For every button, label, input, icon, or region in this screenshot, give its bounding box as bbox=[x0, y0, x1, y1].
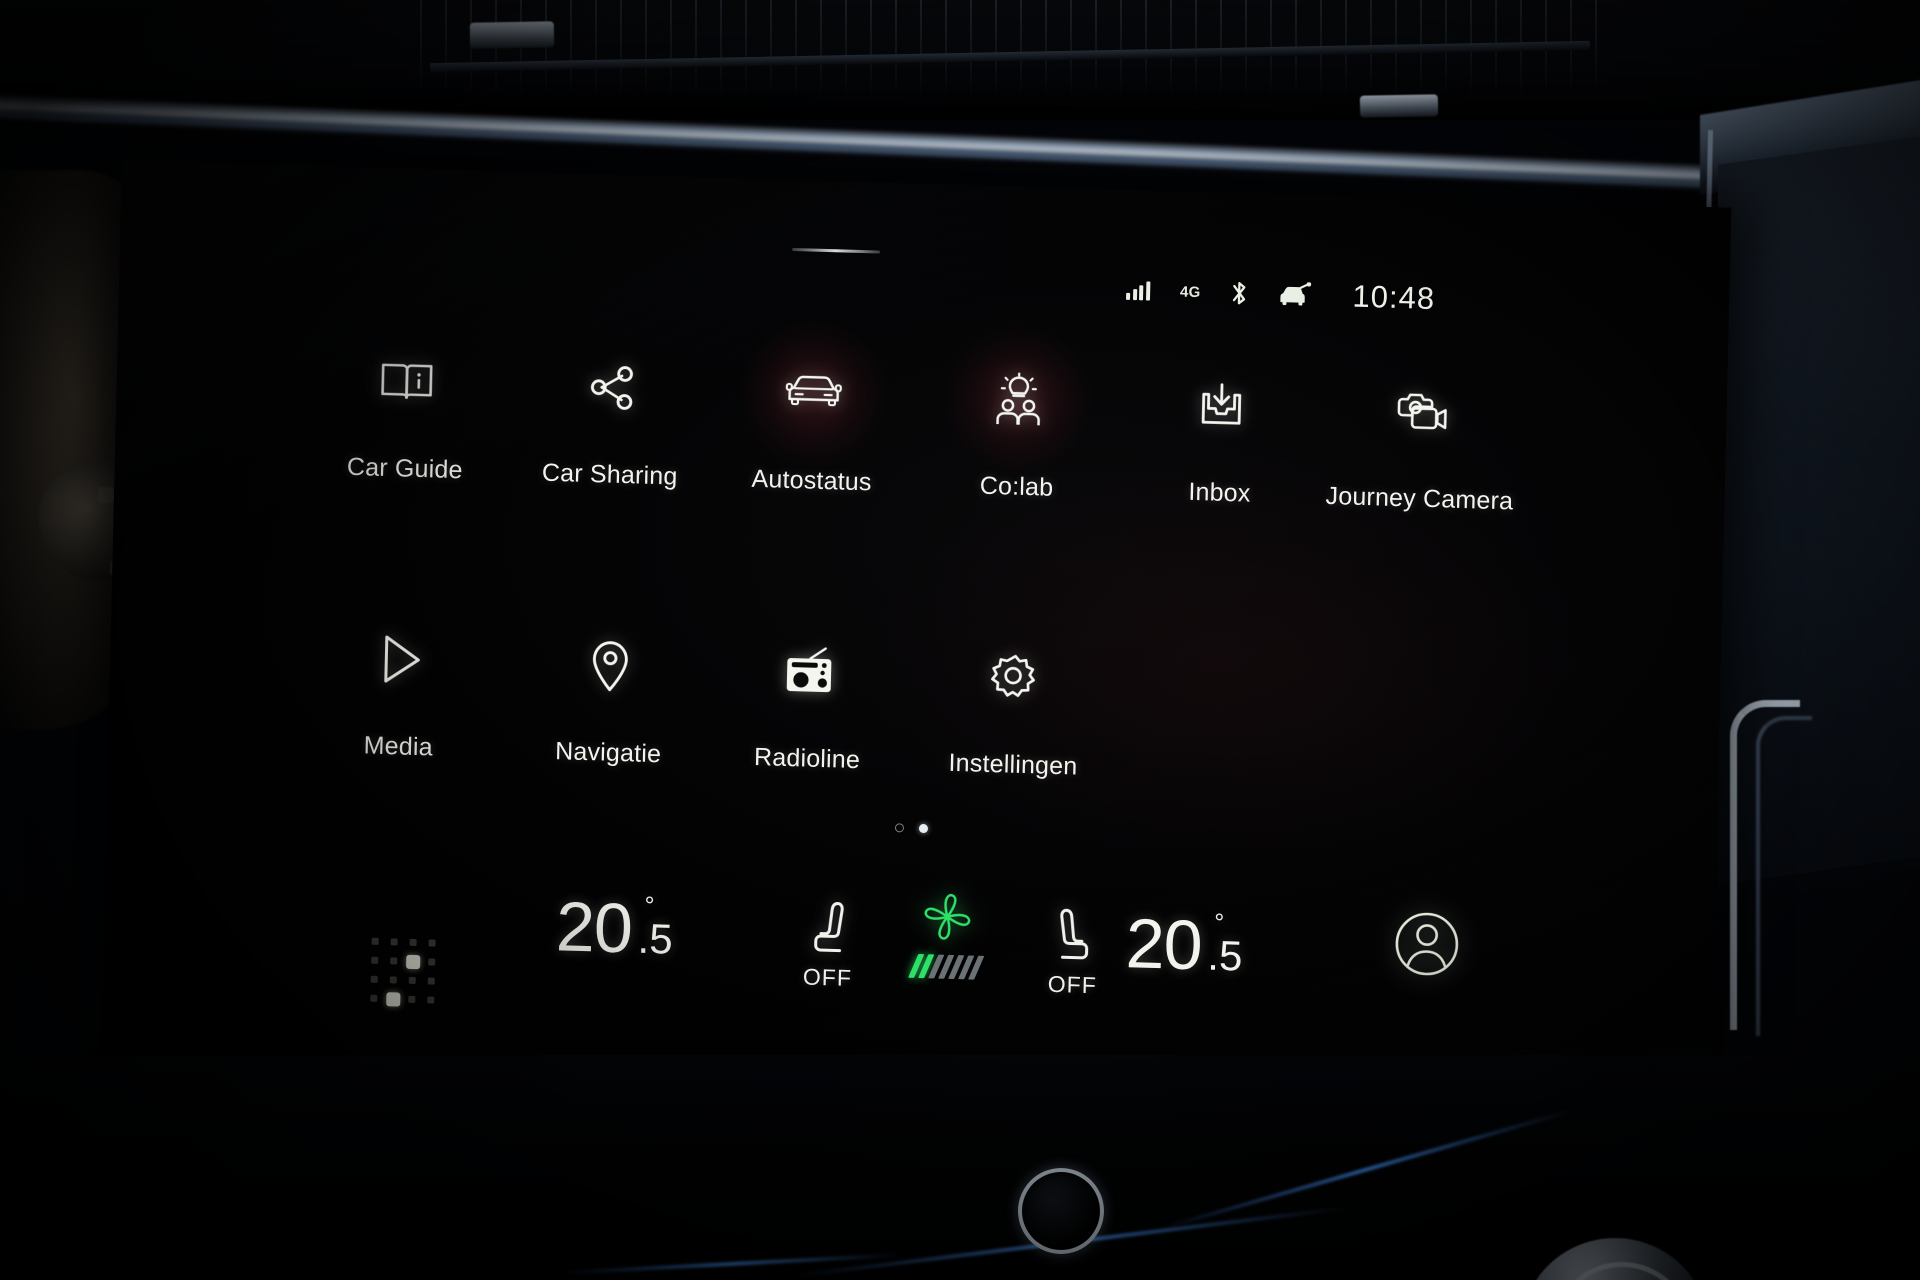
vent-slat bbox=[645, 0, 647, 96]
vent-slat bbox=[1120, 0, 1122, 96]
app-label: Media bbox=[363, 731, 434, 762]
temperature-left[interactable]: 20 ° .5 bbox=[555, 887, 675, 968]
seat-heater-icon bbox=[1048, 906, 1098, 970]
temperature-right[interactable]: 20 ° .5 bbox=[1124, 904, 1245, 985]
car-interior-photo: 4G 10:48 Car Guide Car Sharing Autostatu… bbox=[0, 0, 1920, 1280]
vent-slat bbox=[770, 0, 772, 96]
radio-icon bbox=[703, 625, 915, 717]
vent-slat bbox=[695, 0, 697, 96]
user-profile-button[interactable] bbox=[1393, 910, 1461, 983]
vent-slat bbox=[970, 0, 972, 96]
seat-heater-icon bbox=[803, 899, 853, 963]
vent-slat bbox=[1145, 0, 1147, 96]
fan-level-bars[interactable] bbox=[908, 953, 985, 980]
vent-slat bbox=[920, 0, 922, 96]
app-navigatie[interactable]: Navigatie bbox=[503, 620, 716, 771]
page-indicator[interactable] bbox=[894, 823, 929, 834]
vent-slat bbox=[720, 0, 722, 96]
car-front-icon bbox=[708, 317, 920, 470]
lightbulb-people-icon bbox=[913, 323, 1125, 476]
temp-fraction: .5 bbox=[1206, 931, 1244, 980]
console-start-knob[interactable] bbox=[1018, 1168, 1104, 1254]
vent-slat bbox=[820, 0, 822, 96]
seat-heater-state: OFF bbox=[1047, 970, 1098, 999]
vent-slat bbox=[545, 0, 547, 96]
app-label: Car Guide bbox=[346, 452, 463, 485]
vent-slat bbox=[520, 0, 522, 96]
vent-slat bbox=[795, 0, 797, 96]
infotainment-screen[interactable]: 4G 10:48 Car Guide Car Sharing Autostatu… bbox=[99, 160, 1732, 1148]
page-dot-1[interactable] bbox=[894, 823, 905, 833]
seat-heater-left-button[interactable]: OFF bbox=[803, 899, 854, 992]
app-label: Inbox bbox=[1188, 477, 1251, 508]
app-label: Radioline bbox=[753, 743, 861, 775]
vent-slat bbox=[1020, 0, 1022, 96]
vent-slat bbox=[445, 0, 447, 96]
vent-slat bbox=[620, 0, 622, 96]
temp-whole: 20 bbox=[555, 887, 633, 968]
app-instellingen[interactable]: Instellingen bbox=[908, 632, 1121, 783]
vent-adjuster-right bbox=[1359, 94, 1439, 118]
vent-slat bbox=[845, 0, 847, 96]
vent-slat bbox=[870, 0, 872, 96]
vent-slat bbox=[745, 0, 747, 96]
vent-slat bbox=[1095, 0, 1097, 96]
vent-slat bbox=[570, 0, 572, 96]
gear-icon bbox=[909, 632, 1121, 724]
vent-adjuster-left bbox=[469, 21, 555, 49]
map-pin-icon bbox=[504, 620, 716, 712]
user-profile-icon bbox=[1393, 910, 1461, 983]
camera-video-icon bbox=[1315, 366, 1527, 458]
share-nodes-icon bbox=[506, 342, 718, 434]
app-autostatus[interactable]: Autostatus bbox=[706, 317, 920, 499]
vent-slat bbox=[895, 0, 897, 96]
seat-heater-right-button[interactable]: OFF bbox=[1048, 906, 1099, 999]
app-car-guide[interactable]: Car Guide bbox=[300, 335, 513, 486]
seat-heater-state: OFF bbox=[802, 963, 853, 991]
app-car-sharing[interactable]: Car Sharing bbox=[504, 342, 717, 493]
app-label: Autostatus bbox=[751, 464, 873, 497]
vent-slat bbox=[420, 0, 422, 96]
app-label: Co:lab bbox=[979, 471, 1054, 502]
page-dot-2-active[interactable] bbox=[918, 823, 929, 834]
app-colab[interactable]: Co:lab bbox=[911, 323, 1125, 505]
vent-slat bbox=[1045, 0, 1047, 96]
inbox-tray-icon bbox=[1116, 360, 1328, 452]
app-journey-camera[interactable]: Journey Camera bbox=[1314, 366, 1527, 517]
vent-slat bbox=[595, 0, 597, 96]
temp-fraction: .5 bbox=[637, 914, 674, 963]
temp-whole: 20 bbox=[1124, 904, 1203, 985]
app-label: Journey Camera bbox=[1325, 481, 1514, 516]
play-triangle-icon bbox=[294, 613, 506, 705]
fan-blade-icon bbox=[914, 890, 981, 951]
open-book-info-icon bbox=[301, 335, 513, 427]
vent-slat bbox=[945, 0, 947, 96]
vent-slat bbox=[1070, 0, 1072, 96]
vent-slat bbox=[1595, 0, 1597, 96]
fan-speed-button[interactable] bbox=[908, 890, 985, 980]
vent-slat bbox=[670, 0, 672, 96]
app-label: Instellingen bbox=[948, 748, 1078, 781]
chrome-trim-inner bbox=[1756, 716, 1812, 1036]
app-media[interactable]: Media bbox=[293, 613, 506, 764]
app-radioline[interactable]: Radioline bbox=[702, 625, 915, 776]
vent-slat bbox=[995, 0, 997, 96]
app-label: Navigatie bbox=[554, 737, 662, 769]
app-inbox[interactable]: Inbox bbox=[1114, 360, 1327, 511]
app-label: Car Sharing bbox=[541, 458, 678, 491]
stalk-button-upper bbox=[98, 487, 114, 503]
